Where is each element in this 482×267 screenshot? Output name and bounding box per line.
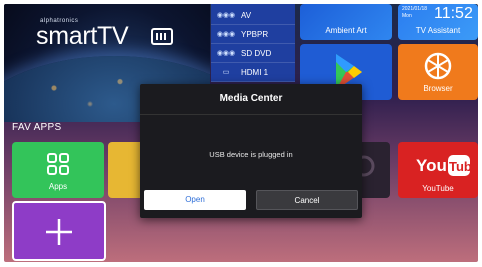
input-label: SD DVD [241,48,272,58]
input-item-sd-dvd[interactable]: ◉◉◉ SD DVD [211,44,295,63]
browser-icon [424,52,452,80]
input-label: HDMI 1 [241,67,269,77]
input-item-ypbpr[interactable]: ◉◉◉ YPBPR [211,25,295,44]
ypbpr-icon: ◉◉◉ [216,31,236,38]
cancel-button[interactable]: Cancel [256,190,358,210]
status-day: Mon [402,13,412,19]
ambient-art-tile[interactable]: Ambient Art [300,4,392,40]
add-app-tile[interactable] [12,201,106,261]
browser-label: Browser [423,84,453,93]
open-button[interactable]: Open [144,190,246,210]
youtube-label: YouTube [422,184,454,193]
gear-icon [360,155,375,177]
brand-title: smartTV [36,22,129,50]
tv-icon [151,28,173,45]
input-item-av[interactable]: ◉◉◉ AV [211,6,295,25]
tv-assistant-label: TV Assistant [415,26,461,35]
tv-home-screen: alphatronics smartTV ◉◉◉ AV ◉◉◉ YPBPR ◉◉… [4,4,478,262]
browser-tile[interactable]: Browser [398,44,478,100]
input-label: YPBPR [241,29,269,39]
dialog-title: Media Center [140,84,362,115]
svg-text:You: You [416,156,447,175]
hdmi-icon: ▭ [222,69,230,76]
sd-dvd-icon: ◉◉◉ [216,50,236,57]
av-icon: ◉◉◉ [216,12,236,19]
settings-tile[interactable] [360,142,390,198]
youtube-logo-icon: You Tube [416,155,478,176]
input-source-list: ◉◉◉ AV ◉◉◉ YPBPR ◉◉◉ SD DVD ▭ HDMI 1 [211,4,295,82]
youtube-tile[interactable]: You Tube YouTube [398,142,478,198]
app-tile-yellow[interactable] [108,142,140,198]
input-item-hdmi[interactable]: ▭ HDMI 1 [211,63,295,82]
apps-label: Apps [48,182,68,191]
fav-apps-heading: FAV APPS [12,122,62,133]
apps-tile[interactable]: Apps [12,142,104,198]
status-date: 2021/01/18 [402,6,428,12]
svg-text:Tube: Tube [449,159,478,174]
input-label: AV [241,10,252,20]
apps-grid-icon [47,153,69,175]
media-center-dialog: Media Center USB device is plugged in Op… [140,84,362,218]
ambient-art-label: Ambient Art [325,26,367,35]
status-clock: 11:52 [434,5,473,22]
dialog-message: USB device is plugged in [209,150,293,159]
plus-icon [46,219,72,245]
